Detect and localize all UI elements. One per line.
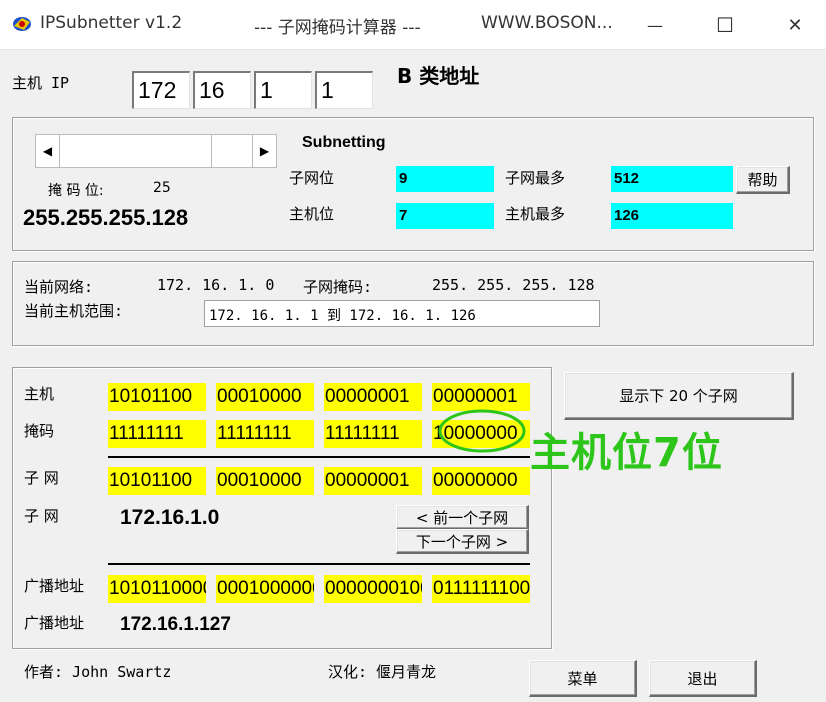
subnet-bits-octet-2: 00010000 bbox=[216, 467, 314, 495]
ip-octet-1-input[interactable]: 172 bbox=[132, 71, 190, 109]
mask-bits-octet-2: 11111111 bbox=[216, 420, 314, 448]
subnet-bits-octet-1: 10101100 bbox=[108, 467, 206, 495]
slider-thumb[interactable] bbox=[211, 135, 253, 167]
host-bits-value: 7 bbox=[396, 203, 494, 229]
host-range-label: 当前主机范围: bbox=[24, 302, 124, 320]
author-credit: 作者: John Swartz bbox=[24, 663, 172, 681]
subnet-mask-label: 子网掩码: bbox=[303, 278, 373, 296]
subnet-bits-octet-4: 00000000 bbox=[432, 467, 530, 495]
maximize-button[interactable]: ☐ bbox=[702, 8, 748, 42]
host-bits-octet-1: 10101100 bbox=[108, 383, 206, 411]
subnet-bits-label: 子网位 bbox=[289, 169, 335, 187]
subnet-mask-display: 255.255.255.128 bbox=[23, 205, 189, 230]
max-hosts-label: 主机最多 bbox=[505, 205, 566, 223]
arrow-left-icon: ◀ bbox=[42, 144, 53, 158]
prev-subnet-button[interactable]: < 前一个子网 bbox=[396, 505, 529, 530]
subnet-bits-value: 9 bbox=[396, 166, 494, 192]
current-network-value: 172. 16. 1. 0 bbox=[157, 276, 275, 294]
menu-button[interactable]: 菜单 bbox=[529, 660, 637, 697]
slider-right-arrow[interactable]: ▶ bbox=[252, 135, 276, 167]
host-bits-octet-3: 00000001 bbox=[324, 383, 422, 411]
minimize-icon: — bbox=[647, 15, 663, 35]
help-button[interactable]: 帮助 bbox=[736, 166, 790, 194]
broadcast-bits-octet-1: 10101100000 bbox=[108, 575, 206, 603]
mask-bits-octet-3: 11111111 bbox=[324, 420, 422, 448]
subnet-address-label: 子 网 bbox=[24, 507, 59, 525]
subnetting-header: Subnetting bbox=[302, 134, 386, 151]
close-icon: ✕ bbox=[787, 14, 803, 36]
broadcast-bits-octet-4: 01111111000 bbox=[432, 575, 530, 603]
broadcast-address-label: 广播地址 bbox=[24, 614, 85, 632]
mask-bits-octet-1: 11111111 bbox=[108, 420, 206, 448]
next-subnet-button[interactable]: 下一个子网 > bbox=[396, 529, 529, 554]
translator-credit: 汉化: 偃月青龙 bbox=[328, 663, 437, 681]
subnet-bits-octet-3: 00000001 bbox=[324, 467, 422, 495]
host-ip-label: 主机 IP bbox=[12, 74, 70, 92]
max-subnets-value: 512 bbox=[611, 166, 733, 192]
host-row-label: 主机 bbox=[24, 385, 55, 403]
max-subnets-label: 子网最多 bbox=[505, 169, 566, 187]
mask-row-label: 掩码 bbox=[24, 422, 55, 440]
window-url: WWW.BOSON... bbox=[481, 13, 613, 33]
host-bits-label: 主机位 bbox=[289, 205, 335, 223]
current-network-label: 当前网络: bbox=[24, 278, 94, 296]
host-range-field[interactable]: 172. 16. 1. 1 到 172. 16. 1. 126 bbox=[204, 300, 600, 327]
window-subtitle: --- 子网掩码计算器 --- bbox=[254, 18, 421, 38]
mask-bits-slider[interactable]: ◀ ▶ bbox=[35, 134, 277, 168]
maximize-icon: ☐ bbox=[716, 13, 734, 37]
slider-left-arrow[interactable]: ◀ bbox=[36, 135, 60, 167]
mask-bits-value: 25 bbox=[153, 180, 171, 196]
ip-octet-4-input[interactable]: 1 bbox=[315, 71, 373, 109]
host-bits-octet-2: 00010000 bbox=[216, 383, 314, 411]
divider-line bbox=[108, 563, 530, 565]
exit-button[interactable]: 退出 bbox=[649, 660, 757, 697]
broadcast-bits-octet-2: 00010000000 bbox=[216, 575, 314, 603]
mask-bits-label: 掩 码 位: bbox=[48, 183, 104, 199]
window-title: IPSubnetter v1.2 bbox=[40, 13, 183, 33]
subnet-mask-value: 255. 255. 255. 128 bbox=[432, 276, 595, 294]
subnet-address-value: 172.16.1.0 bbox=[120, 506, 220, 529]
title-bar: IPSubnetter v1.2 --- 子网掩码计算器 --- WWW.BOS… bbox=[0, 0, 826, 50]
close-button[interactable]: ✕ bbox=[772, 8, 818, 42]
ip-octet-3-input[interactable]: 1 bbox=[254, 71, 312, 109]
broadcast-bits-octet-3: 00000001000 bbox=[324, 575, 422, 603]
subnet-row-label: 子 网 bbox=[24, 469, 59, 487]
app-icon bbox=[13, 17, 31, 31]
broadcast-address-value: 172.16.1.127 bbox=[120, 614, 231, 635]
address-class-label: B 类地址 bbox=[397, 64, 480, 88]
ip-octet-2-input[interactable]: 16 bbox=[193, 71, 251, 109]
max-hosts-value: 126 bbox=[611, 203, 733, 229]
minimize-button[interactable]: — bbox=[632, 8, 678, 42]
annotation-text: 主机位7位 bbox=[530, 430, 723, 476]
arrow-right-icon: ▶ bbox=[259, 144, 270, 158]
broadcast-row-label: 广播地址 bbox=[24, 577, 85, 595]
